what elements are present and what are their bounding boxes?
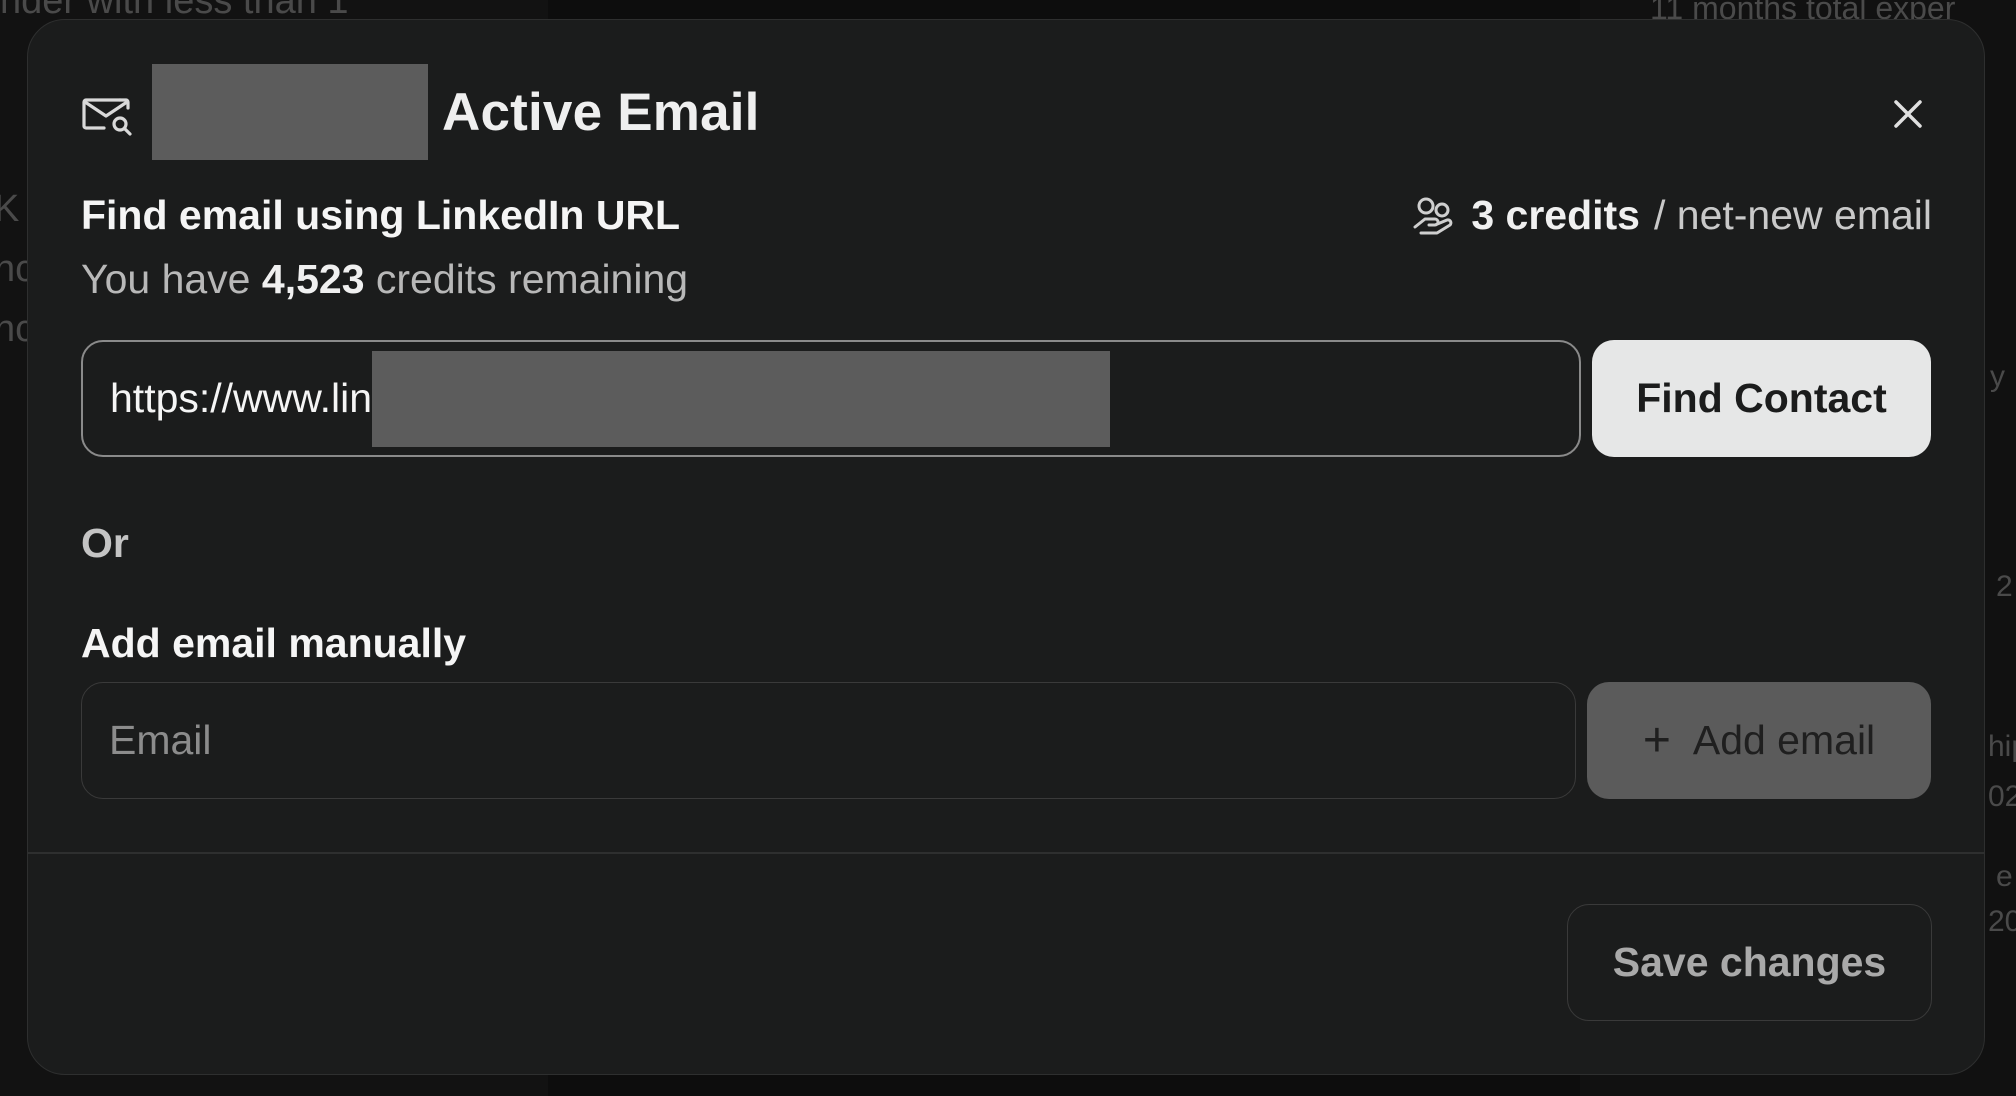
linkedin-url-value: https://www.lin <box>110 375 373 421</box>
add-email-button[interactable]: + Add email <box>1587 682 1931 799</box>
save-changes-button[interactable]: Save changes <box>1567 904 1932 1021</box>
plus-icon: + <box>1642 713 1671 767</box>
footer-divider <box>28 852 1984 854</box>
section-title: Find email using LinkedIn URL <box>81 192 681 238</box>
background-fragment: y <box>1990 360 2005 393</box>
add-email-manually-title: Add email manually <box>81 620 467 666</box>
redacted-block <box>372 350 1111 447</box>
close-icon[interactable] <box>1884 90 1932 138</box>
modal-header: Active Email <box>80 62 760 162</box>
background-fragment: 20 <box>1988 905 2016 938</box>
email-field[interactable] <box>81 682 1576 799</box>
credits-suffix: credits remaining <box>364 256 689 302</box>
background-fragment: 2 <box>1996 570 2013 603</box>
or-separator: Or <box>81 520 129 566</box>
background-fragment: e <box>1996 860 2013 893</box>
active-email-modal: Active Email Find email using LinkedIn U… <box>27 19 1985 1075</box>
credit-cost-amount: 3 credits <box>1471 192 1640 238</box>
modal-title: Active Email <box>442 82 760 142</box>
add-email-label: Add email <box>1692 717 1876 763</box>
credit-cost: 3 credits / net-new email <box>1411 192 1932 239</box>
background-fragment: 02 <box>1988 780 2016 813</box>
redacted-block <box>152 64 428 160</box>
mail-search-icon <box>82 98 132 136</box>
find-contact-button[interactable]: Find Contact <box>1592 340 1931 457</box>
background-fragment: hip <box>1988 730 2016 763</box>
credits-remaining-text: You have 4,523 credits remaining <box>81 256 688 303</box>
credits-prefix: You have <box>81 256 262 302</box>
linkedin-url-input[interactable]: https://www.lin <box>81 340 1581 457</box>
credit-cost-unit: / net-new email <box>1653 192 1932 238</box>
credits-count: 4,523 <box>261 256 365 302</box>
background-fragment: K <box>0 188 20 230</box>
coin-hand-icon <box>1413 197 1453 234</box>
